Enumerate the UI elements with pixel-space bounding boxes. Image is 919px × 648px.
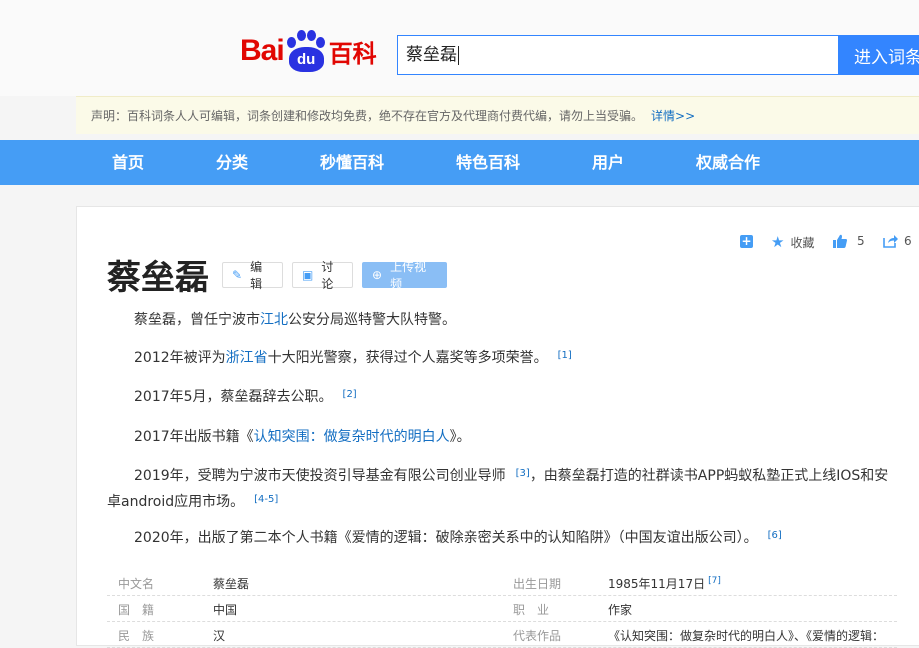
info-value: 汉 bbox=[213, 629, 226, 643]
info-key: 民 族 bbox=[118, 629, 155, 643]
upload-video-button[interactable]: ⊕ 上传视频 bbox=[362, 260, 447, 291]
text: 2017年出版书籍《 bbox=[134, 429, 254, 445]
basic-info-table: 中文名 蔡垒磊 出生日期 1985年11月17日 [7] 国 籍 中国 职 业 作… bbox=[107, 570, 897, 648]
logo-text-bai: Bai bbox=[240, 34, 285, 67]
info-key: 出生日期 bbox=[513, 577, 562, 591]
entry-title: 蔡垒磊 bbox=[107, 258, 209, 298]
main-nav: 首页 分类 秒懂百科 特色百科 用户 权威合作 bbox=[0, 140, 919, 185]
edit-button[interactable]: ✎ 编辑 bbox=[222, 260, 283, 291]
info-value: 中国 bbox=[213, 603, 238, 617]
reference-link[interactable]: [6] bbox=[768, 530, 782, 541]
summary-paragraph-4: 2017年出版书籍《认知突围：做复杂时代的明白人》。 bbox=[107, 425, 897, 449]
info-key: 职 业 bbox=[513, 603, 550, 617]
paw-icon: du bbox=[285, 29, 327, 73]
edit-label: 编辑 bbox=[250, 260, 263, 291]
logo-text-baike: 百科 bbox=[328, 39, 377, 68]
logo-text-du: du bbox=[288, 47, 324, 72]
pencil-icon: ✎ bbox=[232, 268, 243, 282]
favorite-label: 收藏 bbox=[790, 235, 815, 250]
link-jiangbei[interactable]: 江北 bbox=[260, 312, 288, 328]
share-count: 6 bbox=[904, 234, 912, 248]
info-key: 代表作品 bbox=[513, 629, 562, 643]
info-key: 国 籍 bbox=[118, 603, 155, 617]
upload-video-label: 上传视频 bbox=[390, 260, 427, 291]
favorite-button[interactable]: ★ 收藏 bbox=[771, 233, 814, 251]
link-book-renzhi[interactable]: 认知突围：做复杂时代的明白人 bbox=[254, 429, 450, 445]
reference-link[interactable]: [3] bbox=[516, 468, 530, 479]
text: 2017年5月，蔡垒磊辞去公职。 bbox=[134, 389, 333, 405]
nav-item-home[interactable]: 首页 bbox=[112, 140, 144, 185]
like-button[interactable]: 5 bbox=[833, 234, 865, 248]
reference-link[interactable]: [2] bbox=[343, 389, 357, 400]
text: 2020年，出版了第二本个人书籍《爱情的逻辑：破除亲密关系中的认知陷阱》（中国友… bbox=[134, 530, 758, 546]
nav-item-partners[interactable]: 权威合作 bbox=[696, 140, 760, 185]
enter-entry-button[interactable]: 进入词条 bbox=[838, 35, 919, 75]
share-icon bbox=[883, 235, 898, 248]
text-caret bbox=[458, 45, 459, 65]
info-row: 中文名 蔡垒磊 出生日期 1985年11月17日 [7] bbox=[107, 570, 897, 596]
nav-item-categories[interactable]: 分类 bbox=[216, 140, 248, 185]
info-value: 作家 bbox=[608, 603, 633, 617]
like-count: 5 bbox=[857, 234, 865, 248]
info-row: 国 籍 中国 职 业 作家 bbox=[107, 596, 897, 622]
share-button[interactable]: 6 bbox=[883, 234, 912, 248]
reference-link[interactable]: [7] bbox=[708, 576, 721, 586]
text: 公安分局巡特警大队特警。 bbox=[288, 312, 456, 328]
disclaimer-notice: 声明：百科词条人人可编辑，词条创建和修改均免费，绝不存在官方及代理商付费代编，请… bbox=[76, 96, 919, 134]
reference-link[interactable]: [4-5] bbox=[254, 494, 278, 505]
summary-paragraph-1: 蔡垒磊，曾任宁波市江北公安分局巡特警大队特警。 bbox=[107, 308, 897, 332]
add-to-list-button[interactable]: + bbox=[740, 235, 753, 248]
nav-item-featured[interactable]: 特色百科 bbox=[456, 140, 520, 185]
chat-icon: ▣ bbox=[302, 268, 314, 282]
summary-paragraph-3: 2017年5月，蔡垒磊辞去公职。 [2] bbox=[107, 385, 897, 411]
discuss-label: 讨论 bbox=[321, 260, 334, 291]
plus-square-icon: + bbox=[740, 234, 753, 248]
nav-item-miaodong[interactable]: 秒懂百科 bbox=[320, 140, 384, 185]
plus-circle-icon: ⊕ bbox=[372, 268, 383, 282]
text: 2012年被评为 bbox=[134, 350, 226, 366]
summary-paragraph-6: 2020年，出版了第二本个人书籍《爱情的逻辑：破除亲密关系中的认知陷阱》（中国友… bbox=[107, 526, 897, 552]
nav-item-users[interactable]: 用户 bbox=[592, 140, 624, 185]
info-key: 中文名 bbox=[118, 577, 155, 591]
discuss-button[interactable]: ▣ 讨论 bbox=[292, 260, 353, 291]
header: Bai du 百科 蔡垒磊 进入词条 bbox=[0, 0, 919, 96]
thumbs-up-icon bbox=[833, 234, 847, 248]
disclaimer-text: 声明：百科词条人人可编辑，词条创建和修改均免费，绝不存在官方及代理商付费代编，请… bbox=[91, 109, 644, 123]
info-value: 1985年11月17日 [7] bbox=[608, 575, 721, 592]
info-value: 蔡垒磊 bbox=[213, 577, 250, 591]
text: 十大阳光警察，获得过个人嘉奖等多项荣誉。 bbox=[267, 350, 548, 366]
info-row: 民 族 汉 代表作品 《认知突围：做复杂时代的明白人》、《爱情的逻辑： bbox=[107, 622, 897, 648]
summary-paragraph-2: 2012年被评为浙江省十大阳光警察，获得过个人嘉奖等多项荣誉。 [1] bbox=[107, 346, 897, 372]
search-input[interactable]: 蔡垒磊 bbox=[397, 35, 838, 75]
info-value: 《认知突围：做复杂时代的明白人》、《爱情的逻辑： bbox=[608, 629, 885, 643]
baidu-baike-logo[interactable]: Bai du 百科 bbox=[240, 28, 377, 74]
info-value-text: 1985年11月17日 bbox=[608, 577, 706, 591]
text: 2019年，受聘为宁波市天使投资引导基金有限公司创业导师 bbox=[134, 468, 506, 484]
search-input-value: 蔡垒磊 bbox=[406, 45, 457, 65]
summary-paragraph-5: 2019年，受聘为宁波市天使投资引导基金有限公司创业导师 [3]，由蔡垒磊打造的社… bbox=[107, 464, 897, 516]
star-icon: ★ bbox=[771, 233, 785, 251]
link-zhejiang[interactable]: 浙江省 bbox=[226, 350, 268, 366]
reference-link[interactable]: [1] bbox=[558, 350, 572, 361]
text: 》。 bbox=[449, 429, 471, 445]
text: 蔡垒磊，曾任宁波市 bbox=[134, 312, 260, 328]
disclaimer-details-link[interactable]: 详情>> bbox=[651, 109, 695, 123]
